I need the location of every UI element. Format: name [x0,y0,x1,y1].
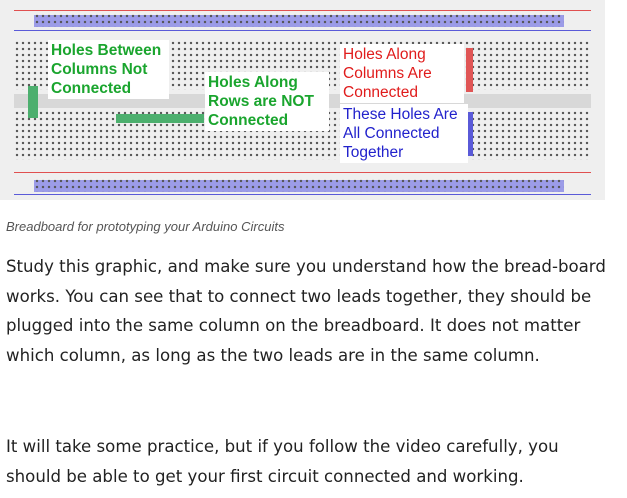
label-columns-not-connected: Holes Between Columns Not Connected [48,40,169,99]
paragraph-2: It will take some practice, but if you f… [6,437,559,486]
bottom-red-rail-line [14,172,591,173]
bottom-rail-holes [34,178,564,192]
top-red-rail-line [14,10,591,11]
top-rail-holes [34,13,564,27]
paragraph-1: Study this graphic, and make sure you un… [6,257,606,365]
green-column-highlight [28,86,38,118]
label-columns-connected: Holes Along Columns Are Connected [340,44,464,103]
bottom-blue-rail-line [14,194,591,195]
label-rows-not-connected: Holes Along Rows are NOT Connected [205,72,329,131]
figure-caption: Breadboard for prototyping your Arduino … [6,219,285,234]
breadboard-figure: Holes Between Columns Not Connected Hole… [0,0,605,200]
top-blue-rail-line [14,30,591,31]
red-column-highlight [466,48,473,92]
green-row-highlight [116,114,204,123]
label-all-connected: These Holes Are All Connected Together [340,104,468,163]
